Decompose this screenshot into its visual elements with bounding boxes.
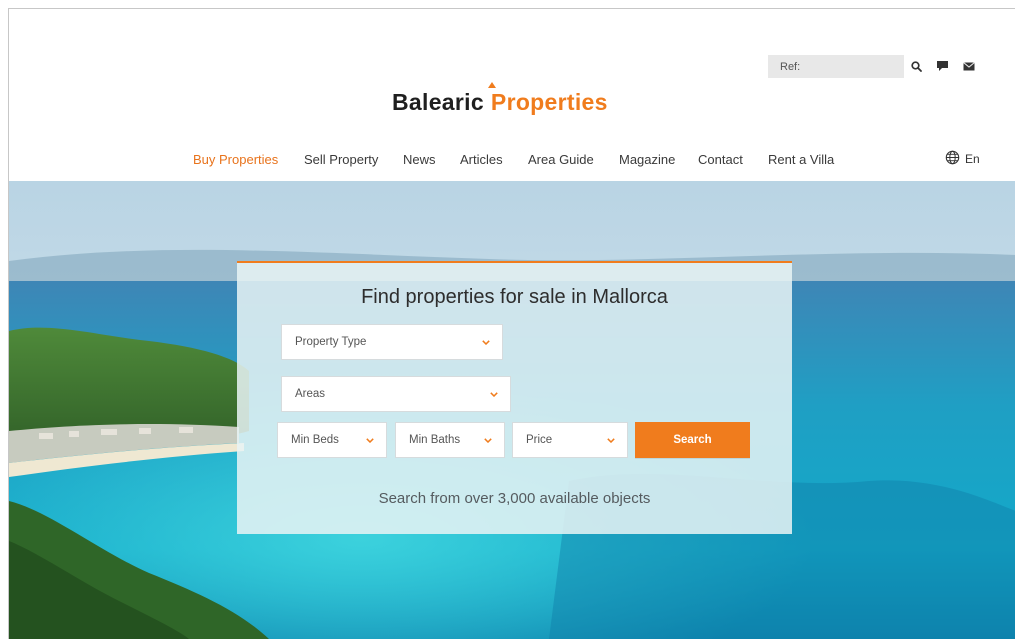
- nav-item-rent-a-villa[interactable]: Rent a Villa: [768, 152, 834, 167]
- hero-banner: Find properties for sale in Mallorca Pro…: [9, 181, 1015, 639]
- chat-icon[interactable]: [934, 58, 950, 74]
- logo-word-properties: Properties: [490, 89, 608, 115]
- chevron-down-icon: [490, 390, 498, 398]
- chevron-down-icon: [482, 338, 490, 346]
- chevron-down-icon: [366, 436, 374, 444]
- chevron-down-icon: [484, 436, 492, 444]
- site-logo[interactable]: Balearic Properties: [392, 82, 608, 119]
- nav-item-buy-properties[interactable]: Buy Properties: [193, 152, 278, 167]
- min-beds-label: Min Beds: [291, 434, 339, 446]
- logo-caret-icon: [488, 82, 496, 88]
- price-select[interactable]: Price: [512, 422, 628, 458]
- nav-item-area-guide[interactable]: Area Guide: [528, 152, 594, 167]
- min-beds-select[interactable]: Min Beds: [277, 422, 387, 458]
- property-type-label: Property Type: [295, 336, 367, 348]
- search-title: Find properties for sale in Mallorca: [361, 286, 668, 308]
- nav-item-magazine[interactable]: Magazine: [619, 152, 675, 167]
- search-icon[interactable]: [909, 58, 923, 74]
- nav-item-articles[interactable]: Articles: [460, 152, 503, 167]
- mail-icon[interactable]: [961, 58, 977, 74]
- reference-search-input[interactable]: [768, 55, 904, 78]
- areas-select[interactable]: Areas: [281, 376, 511, 412]
- search-subtitle: Search from over 3,000 available objects: [378, 490, 651, 507]
- nav-item-contact[interactable]: Contact: [698, 152, 743, 167]
- language-switcher[interactable]: En: [945, 150, 980, 168]
- logo-word-balearic: Balearic: [392, 89, 484, 115]
- price-label: Price: [526, 434, 553, 446]
- property-type-select[interactable]: Property Type: [281, 324, 503, 360]
- language-label: En: [965, 152, 980, 166]
- globe-icon: [945, 150, 960, 168]
- main-nav: Buy Properties Sell Property News Articl…: [9, 152, 1015, 172]
- search-button[interactable]: Search: [635, 422, 750, 458]
- areas-label: Areas: [295, 388, 326, 400]
- min-baths-label: Min Baths: [409, 434, 461, 446]
- property-search-panel: Find properties for sale in Mallorca Pro…: [237, 261, 792, 534]
- min-baths-select[interactable]: Min Baths: [395, 422, 505, 458]
- nav-item-news[interactable]: News: [403, 152, 436, 167]
- chevron-down-icon: [607, 436, 615, 444]
- nav-item-sell-property[interactable]: Sell Property: [304, 152, 378, 167]
- page-frame: BalearicProperties Buy Properties Sell P…: [8, 8, 1015, 639]
